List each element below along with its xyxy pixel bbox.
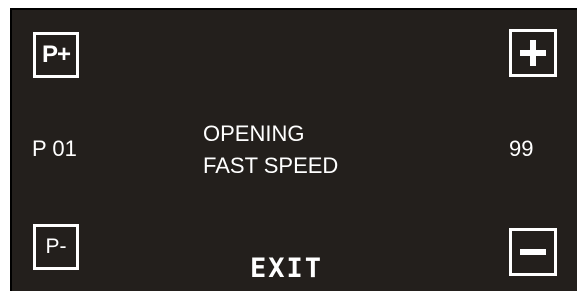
increase-value-button[interactable] [509,29,557,77]
decrease-value-button[interactable] [509,228,557,276]
parameter-previous-label: P- [45,235,67,258]
plus-icon [520,40,546,66]
parameter-previous-button[interactable]: P- [33,224,79,270]
exit-button[interactable]: EXIT [250,253,323,285]
parameter-next-button[interactable]: P+ [33,32,79,78]
parameter-number: P 01 [32,136,77,161]
parameter-next-label: P+ [41,41,71,68]
parameter-label-line1: OPENING [203,121,305,146]
parameter-label-line2: FAST SPEED [203,153,339,178]
parameter-label: OPENING FAST SPEED [203,118,338,182]
control-panel-display: P+ P 01 OPENING FAST SPEED 99 P- EXIT [10,8,577,291]
parameter-value: 99 [509,136,534,161]
minus-icon [520,249,546,255]
